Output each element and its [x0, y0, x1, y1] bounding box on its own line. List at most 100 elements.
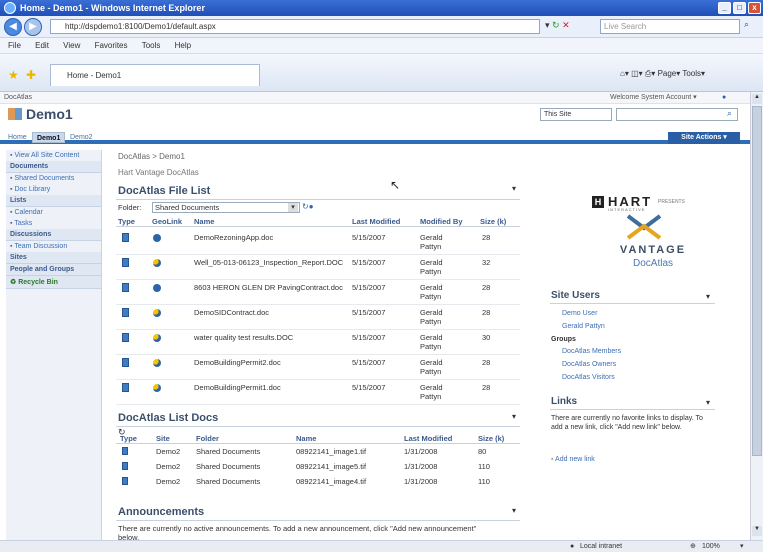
nav-tasks[interactable]: Tasks [6, 218, 101, 229]
menu-edit[interactable]: Edit [35, 41, 49, 50]
view-all-content-link[interactable]: View All Site Content [6, 150, 101, 161]
file-name-link[interactable]: DemoBuildingPermit1.doc [194, 383, 344, 392]
geolink-globe-icon[interactable] [153, 384, 161, 392]
tools-menu[interactable]: Tools [682, 69, 701, 78]
maximize-button[interactable]: □ [733, 2, 746, 14]
col-type-header[interactable]: Type [120, 434, 137, 443]
home-icon[interactable]: ⌂▾ [620, 69, 629, 78]
doc-folder[interactable]: Shared Documents [196, 477, 260, 486]
scroll-up-icon[interactable]: ▲ [752, 94, 762, 104]
siteusers-title[interactable]: Site Users [551, 290, 600, 301]
nav-recycle-bin[interactable]: ♻ Recycle Bin [6, 276, 101, 289]
doc-site[interactable]: Demo2 [156, 477, 180, 486]
site-search-icon[interactable]: ⌕ [727, 108, 732, 119]
col-last-modified-header[interactable]: Last Modified [404, 434, 452, 443]
welcome-menu[interactable]: Welcome System Account ▾ [610, 92, 697, 104]
search-scope-select[interactable]: This Site [540, 108, 612, 121]
help-icon[interactable]: ● [722, 92, 726, 104]
top-site-link[interactable]: DocAtlas [4, 94, 32, 101]
folder-dropdown-icon[interactable]: ▾ [288, 203, 298, 212]
nav-heading-lists[interactable]: Lists [6, 195, 101, 207]
user-link[interactable]: Gerald Pattyn [562, 323, 605, 330]
announcements-menu-icon[interactable]: ▾ [512, 506, 516, 515]
group-link[interactable]: DocAtlas Owners [562, 361, 616, 368]
doc-folder[interactable]: Shared Documents [196, 447, 260, 456]
word-doc-icon[interactable] [122, 233, 129, 242]
feeds-icon[interactable]: ◫▾ [631, 69, 643, 78]
doc-name-link[interactable]: 08922141_image5.tif [296, 462, 366, 471]
geolink-globe-icon[interactable] [153, 284, 161, 292]
image-file-icon[interactable] [122, 477, 128, 485]
zoom-icon[interactable]: ⊕ [690, 541, 696, 552]
geolink-globe-icon[interactable] [153, 359, 161, 367]
file-modified-by[interactable]: Gerald Pattyn [420, 283, 460, 301]
col-folder-header[interactable]: Folder [196, 434, 219, 443]
nav-people-groups[interactable]: People and Groups [6, 264, 101, 276]
file-modified-by[interactable]: Gerald Pattyn [420, 383, 460, 401]
doc-site[interactable]: Demo2 [156, 462, 180, 471]
geolink-globe-icon[interactable] [153, 259, 161, 267]
menu-view[interactable]: View [63, 41, 80, 50]
col-site-header[interactable]: Site [156, 434, 170, 443]
filelist-title[interactable]: DocAtlas File List [118, 185, 210, 197]
refresh-stop-icons[interactable]: ▾ ↻ ✕ [545, 20, 595, 31]
favorites-star-icon[interactable]: ★ [8, 68, 19, 82]
geolink-globe-icon[interactable] [153, 309, 161, 317]
doc-name-link[interactable]: 08922141_image1.tif [296, 447, 366, 456]
site-title-text[interactable]: Demo1 [26, 106, 73, 122]
file-name-link[interactable]: DemoSIDContract.doc [194, 308, 344, 317]
page-menu[interactable]: Page [658, 69, 677, 78]
nav-team-discussion[interactable]: Team Discussion [6, 241, 101, 252]
col-name-header[interactable]: Name [296, 434, 316, 443]
word-doc-icon[interactable] [122, 258, 129, 267]
file-name-link[interactable]: DemoBuildingPermit2.doc [194, 358, 344, 367]
listdocs-menu-icon[interactable]: ▾ [512, 412, 516, 421]
user-link[interactable]: Demo User [562, 310, 597, 317]
file-modified-by[interactable]: Gerald Pattyn [420, 308, 460, 326]
col-type-header[interactable]: Type [118, 217, 135, 226]
menu-tools[interactable]: Tools [142, 41, 161, 50]
word-doc-icon[interactable] [122, 333, 129, 342]
col-last-modified-header[interactable]: Last Modified [352, 217, 400, 226]
geolink-globe-icon[interactable] [153, 234, 161, 242]
back-button[interactable]: ◀ [4, 18, 22, 36]
tab-demo1[interactable]: Demo1 [32, 132, 66, 143]
menu-file[interactable]: File [8, 41, 21, 50]
forward-button[interactable]: ▶ [24, 18, 42, 36]
tab-demo2[interactable]: Demo2 [66, 132, 97, 143]
add-favorite-icon[interactable]: ✚ [26, 68, 36, 82]
menu-favorites[interactable]: Favorites [95, 41, 128, 50]
live-search-input[interactable]: Live Search [600, 19, 740, 34]
col-size-header[interactable]: Size (k) [480, 217, 506, 226]
file-modified-by[interactable]: Gerald Pattyn [420, 233, 460, 251]
group-link[interactable]: DocAtlas Visitors [562, 374, 615, 381]
zoom-dropdown-icon[interactable]: ▾ [740, 541, 744, 552]
group-link[interactable]: DocAtlas Members [562, 348, 621, 355]
breadcrumb[interactable]: DocAtlas > Demo1 [118, 152, 185, 161]
zoom-level[interactable]: 100% [702, 541, 720, 552]
tab-home[interactable]: Home [4, 132, 31, 143]
links-menu-icon[interactable]: ▾ [706, 398, 710, 407]
browser-tab-home[interactable]: Home - Demo1 [50, 64, 260, 86]
vertical-scrollbar[interactable]: ▲ ▼ [750, 92, 763, 540]
word-doc-icon[interactable] [122, 358, 129, 367]
nav-calendar[interactable]: Calendar [6, 207, 101, 218]
doc-site[interactable]: Demo2 [156, 447, 180, 456]
listdocs-title[interactable]: DocAtlas List Docs [118, 412, 218, 424]
file-name-link[interactable]: 8603 HERON GLEN DR PavingContract.doc [194, 283, 344, 292]
scroll-thumb[interactable] [752, 106, 762, 456]
print-icon[interactable]: ⎙▾ [645, 69, 655, 78]
image-file-icon[interactable] [122, 462, 128, 470]
nav-shared-documents[interactable]: Shared Documents [6, 173, 101, 184]
siteusers-menu-icon[interactable]: ▾ [706, 292, 710, 301]
announcements-title[interactable]: Announcements [118, 506, 204, 518]
search-icon[interactable]: ⌕ [744, 19, 749, 30]
word-doc-icon[interactable] [122, 383, 129, 392]
file-modified-by[interactable]: Gerald Pattyn [420, 258, 460, 276]
file-modified-by[interactable]: Gerald Pattyn [420, 358, 460, 376]
site-search-input[interactable] [616, 108, 738, 121]
file-name-link[interactable]: water quality test results.DOC [194, 333, 344, 342]
geolink-globe-icon[interactable] [153, 334, 161, 342]
nav-heading-sites[interactable]: Sites [6, 252, 101, 264]
file-name-link[interactable]: DemoRezoningApp.doc [194, 233, 344, 242]
